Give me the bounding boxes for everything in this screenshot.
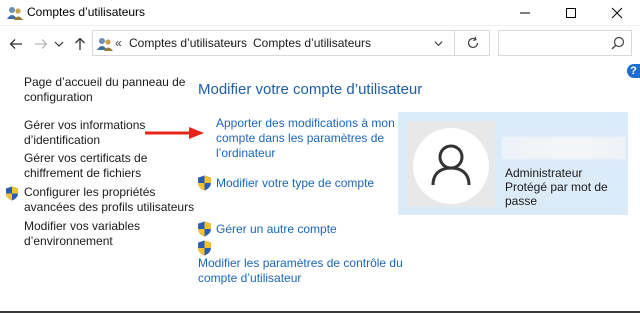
link-line: compte d’utilisateur (198, 271, 302, 285)
arrow-left-icon (9, 39, 22, 49)
user-silhouette-icon (413, 128, 489, 204)
close-icon (611, 7, 623, 19)
forward-button[interactable] (31, 34, 51, 54)
link-line: Gérer vos certificats de (24, 151, 148, 165)
minimize-button[interactable] (502, 0, 548, 26)
link-line: Modifier vos variables (24, 219, 141, 233)
link-line: Apporter des modifications à mon (216, 116, 395, 130)
arrow-up-icon (75, 37, 85, 50)
link-manage-another-account[interactable]: Gérer un autre compte (216, 222, 337, 237)
link-line: avancées des profils utilisateurs (24, 200, 195, 214)
left-link-advanced-profile-properties[interactable]: Configurer les propriétés avancées des p… (24, 185, 194, 215)
link-line: Gérer vos informations (24, 118, 146, 132)
search-icon (611, 36, 625, 50)
refresh-button[interactable] (454, 30, 490, 56)
link-change-account-in-pc-settings[interactable]: Apporter des modifications à mon compte … (216, 116, 395, 161)
close-button[interactable] (594, 0, 640, 26)
avatar (407, 121, 495, 207)
breadcrumb-overflow[interactable]: « (115, 36, 122, 50)
link-line: compte dans les paramètres de (216, 131, 385, 145)
maximize-button[interactable] (548, 0, 594, 26)
left-link-control-panel-home[interactable]: Page d’accueil du panneau de configurati… (24, 75, 185, 105)
title-bar: Comptes d’utilisateurs (0, 0, 640, 26)
left-link-environment-variables[interactable]: Modifier vos variables d’environnement (24, 219, 140, 249)
link-line: Configurer les propriétés (24, 185, 156, 199)
link-line: l’ordinateur (216, 146, 276, 160)
uac-shield-icon (198, 175, 211, 191)
arrow-right-icon (35, 39, 48, 49)
back-button[interactable] (6, 34, 26, 54)
account-password-status: Protégé par mot de passe (505, 180, 608, 208)
account-role: Administrateur (505, 166, 583, 180)
chevron-down-icon (54, 41, 64, 47)
user-accounts-icon (97, 38, 113, 51)
uac-shield-icon (198, 221, 211, 237)
recent-locations-button[interactable] (52, 34, 66, 54)
red-arrow-annotation (145, 127, 204, 139)
uac-shield-icon (198, 240, 211, 256)
link-change-uac-settings[interactable]: Modifier les paramètres de contrôle du c… (198, 256, 403, 286)
link-change-account-type[interactable]: Modifier votre type de compte (216, 176, 374, 191)
up-button[interactable] (70, 34, 90, 54)
link-line: d’environnement (24, 234, 113, 248)
refresh-icon (467, 36, 478, 49)
breadcrumb-chevron[interactable]: › (230, 36, 234, 50)
search-input[interactable] (503, 34, 607, 52)
address-dropdown-button[interactable] (428, 34, 448, 52)
chevron-down-icon (433, 40, 443, 46)
help-button[interactable]: ? (627, 64, 640, 78)
link-line: configuration (24, 90, 93, 104)
link-line: Page d’accueil du panneau de (24, 75, 186, 89)
left-link-file-encryption-certificates[interactable]: Gérer vos certificats de chiffrement de … (24, 151, 147, 181)
maximize-icon (566, 8, 576, 18)
address-bar[interactable]: « Comptes d’utilisateurs › Comptes d’uti… (92, 30, 490, 56)
user-accounts-icon (7, 7, 23, 20)
breadcrumb-item-comptes-2[interactable]: Comptes d’utilisateurs (253, 36, 371, 50)
link-line: d’identification (24, 133, 101, 147)
uac-shield-icon (6, 186, 18, 201)
link-line: Modifier les paramètres de contrôle du (198, 256, 403, 270)
left-link-manage-credentials[interactable]: Gérer vos informations d’identification (24, 118, 145, 148)
link-line: chiffrement de fichiers (24, 166, 142, 180)
search-box[interactable] (498, 30, 632, 56)
account-name-redacted (502, 137, 626, 159)
minimize-icon (520, 12, 530, 14)
window-title: Comptes d’utilisateurs (27, 5, 146, 19)
page-title: Modifier votre compte d’utilisateur (198, 81, 423, 98)
navigation-bar: « Comptes d’utilisateurs › Comptes d’uti… (0, 28, 640, 60)
